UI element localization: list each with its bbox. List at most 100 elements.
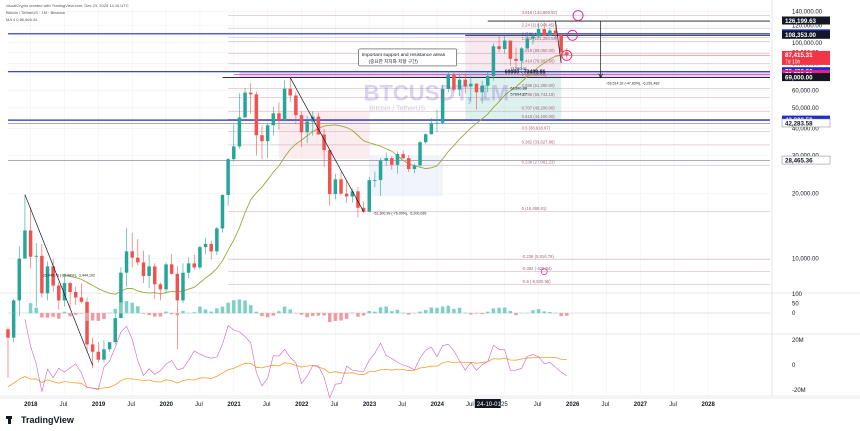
indicator1-bar	[158, 313, 163, 317]
indicator1-bar	[311, 313, 315, 316]
fib-level-label: 0.382 (33,627.86)	[522, 139, 556, 144]
indicator1-bar	[226, 302, 230, 314]
candle-body	[130, 251, 134, 258]
candle-body	[220, 195, 225, 229]
candle-body	[192, 263, 197, 268]
candle-body	[282, 88, 287, 121]
indicator1-bar	[350, 312, 355, 314]
indicator1-bar	[130, 302, 134, 314]
candle-body	[68, 283, 72, 292]
chart-watermark-sub: Bitcoin / TetherUS	[369, 106, 425, 113]
price-axis-tick: 140,000.00	[792, 9, 823, 15]
price-level-tag-text: 28,465.36	[785, 157, 813, 164]
indicator1-bar	[254, 311, 259, 314]
price-level-tag-text: 108,353.00	[785, 32, 817, 39]
time-axis-tick: Jul	[669, 402, 677, 408]
indicator1-bar	[367, 311, 371, 314]
indicator1-bar	[548, 312, 552, 314]
candle-body	[85, 301, 89, 345]
time-axis-tick: Jul	[331, 402, 339, 408]
indicator1-bar	[243, 300, 247, 314]
candle-body	[164, 264, 168, 290]
indicator1-bar	[40, 313, 44, 318]
candle-body	[548, 30, 552, 36]
measure-label: -53,514.32 (-47.83%), -6,291,482	[606, 82, 659, 86]
indicator1-bar	[423, 310, 428, 314]
indicator1-bar	[378, 307, 383, 314]
indicator1-bar	[107, 312, 112, 314]
price-level-tag-text: 126,199.63	[785, 18, 817, 25]
candle-body	[305, 121, 309, 133]
candle-body	[333, 179, 338, 195]
candle-body	[113, 318, 117, 343]
candle-body	[96, 351, 101, 360]
indicator1-bar	[181, 310, 185, 314]
time-axis-tick: 2022	[295, 402, 309, 408]
time-axis-tick: 2019	[92, 402, 106, 408]
indicator1-bar	[299, 313, 304, 315]
indicator1-bar	[565, 313, 569, 316]
candle-body	[412, 165, 417, 170]
candle-body	[497, 46, 501, 50]
time-axis-tick: 2026	[566, 402, 580, 408]
indicator1-bar	[474, 313, 479, 314]
indicator1-bar	[418, 311, 422, 314]
candle-body	[6, 329, 10, 338]
indicator1-bar	[480, 313, 484, 315]
indicator1-bar	[395, 309, 400, 314]
indicator1-bar	[28, 303, 33, 314]
indicator1-bar	[536, 309, 541, 314]
indicator1-bar	[542, 311, 546, 314]
time-axis-tick: '25	[500, 402, 508, 408]
time-axis-tick: Jul	[127, 402, 135, 408]
indicator1-bar	[209, 311, 213, 314]
indicator1-bar	[361, 313, 366, 316]
indicator1-bar	[45, 313, 50, 318]
indicator1-bar	[96, 313, 101, 321]
candle-body	[373, 180, 377, 181]
indicator1-bar	[232, 300, 236, 314]
candle-body	[418, 142, 422, 166]
indicator2-axis-tick: 20M	[792, 338, 804, 344]
candle-body	[429, 123, 434, 135]
time-axis-tick: Jul	[398, 402, 406, 408]
indicator1-bar	[51, 313, 55, 317]
indicator1-axis-tick: 50	[792, 302, 799, 308]
fib-level-label: 1.618 (89,050.00)	[522, 48, 556, 53]
time-axis-tick: Jul	[60, 402, 68, 408]
time-axis-tick: 2027	[634, 402, 648, 408]
indicator1-bar	[446, 305, 451, 314]
fib-level-label: -0.236 (5,916.79)	[522, 254, 555, 259]
indicator1-bar	[175, 313, 180, 316]
time-axis-tick: Jul	[263, 402, 271, 408]
measure-label: -15,440.76 (-81.88%), -1,444,102	[42, 273, 95, 277]
level-note: 71280.01	[510, 66, 527, 71]
indicator1-bar	[260, 313, 264, 317]
candle-body	[559, 34, 563, 53]
indicator1-bar	[147, 313, 151, 316]
indicator1-bar	[265, 313, 270, 318]
candle-body	[153, 266, 157, 285]
indicator1-bar	[327, 313, 332, 323]
indicator1-bar	[502, 307, 507, 314]
indicator1-bar	[333, 313, 338, 321]
candle-body	[265, 125, 270, 142]
chart-svg[interactable]: 3.618 (133,809.92)2.24 (116,948.45)2 (10…	[0, 0, 860, 431]
level-note: 57694.27	[510, 91, 527, 96]
indicator1-bar	[136, 306, 140, 314]
candle-body	[248, 92, 253, 95]
indicator1-bar	[452, 308, 456, 314]
candle-body	[226, 159, 230, 196]
indicator1-bar	[169, 313, 174, 315]
candle-body	[203, 243, 208, 248]
indicator1-bar	[124, 301, 129, 314]
time-axis-cursor-label: 24-10-01	[477, 402, 502, 408]
candle-body	[45, 266, 50, 294]
candle-body	[299, 115, 304, 133]
indicator1-bar	[153, 313, 157, 317]
made-with-line: visualCrypto created with TradingView.co…	[6, 3, 129, 8]
indicator1-bar	[373, 311, 377, 314]
indicator1-bar	[486, 311, 490, 314]
candle-body	[141, 262, 146, 277]
indicator1-bar	[559, 313, 563, 317]
